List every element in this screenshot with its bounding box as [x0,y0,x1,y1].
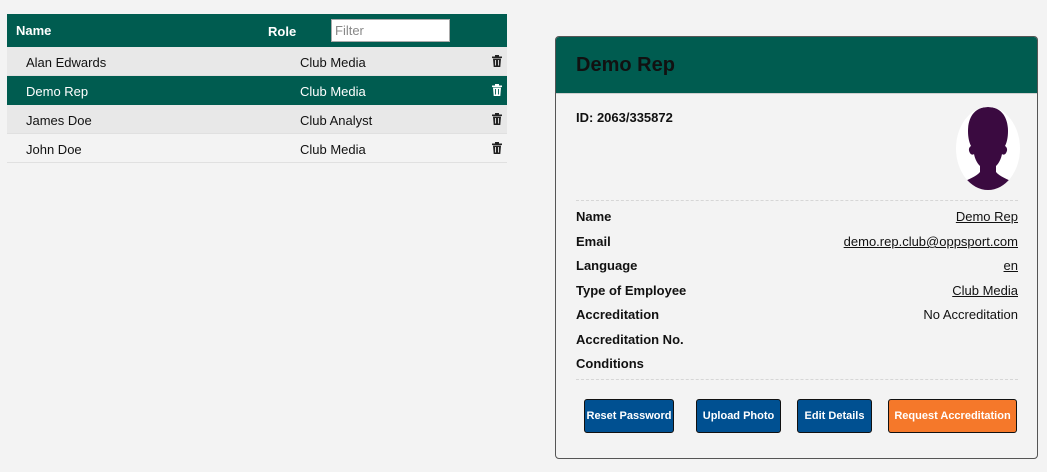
filter-input[interactable] [331,19,450,42]
employee-id: ID: 2063/335872 [576,110,673,125]
divider [576,200,1018,201]
reset-password-button[interactable]: Reset Password [584,399,674,433]
trash-icon[interactable] [492,84,502,96]
detail-type-row: Type of Employee Club Media [576,283,1018,303]
row-role: Club Media [300,55,366,70]
detail-language-row: Language en [576,258,1018,278]
trash-icon[interactable] [492,113,502,125]
card-title: Demo Rep [576,54,675,76]
table-row[interactable]: John Doe Club Media [7,134,507,163]
employee-detail-card: Demo Rep ID: 2063/335872 Name Demo Rep E… [555,36,1038,459]
table-row[interactable]: Alan Edwards Club Media [7,47,507,76]
detail-label: Accreditation [576,307,660,322]
upload-photo-button[interactable]: Upload Photo [696,399,781,433]
detail-conditions-row: Conditions [576,356,1018,376]
accreditation-value: No Accreditation [923,307,1018,322]
column-header-name[interactable]: Name [16,23,51,38]
language-link[interactable]: en [1004,258,1018,273]
table-row-selected[interactable]: Demo Rep Club Media [7,76,507,105]
person-silhouette-icon [960,107,1016,190]
trash-icon[interactable] [492,55,502,67]
row-role: Club Media [300,142,366,157]
name-link[interactable]: Demo Rep [956,209,1018,224]
row-role: Club Media [300,84,366,99]
detail-label: Name [576,209,612,224]
divider [576,379,1018,380]
table-row[interactable]: James Doe Club Analyst [7,105,507,134]
detail-name-row: Name Demo Rep [576,209,1018,229]
detail-label: Accreditation No. [576,332,684,347]
detail-label: Email [576,234,611,249]
row-name: Demo Rep [26,84,89,99]
request-accreditation-button[interactable]: Request Accreditation [888,399,1017,433]
row-name: Alan Edwards [26,55,107,70]
detail-accreditation-no-row: Accreditation No. [576,332,1018,352]
detail-accreditation-row: Accreditation No Accreditation [576,307,1018,327]
detail-email-row: Email demo.rep.club@oppsport.com [576,234,1018,254]
table-header: Name Role [7,14,507,47]
avatar [956,107,1020,190]
detail-label: Language [576,258,638,273]
trash-icon[interactable] [492,142,502,154]
edit-details-button[interactable]: Edit Details [797,399,872,433]
employee-table: Name Role Alan Edwards Club Media Demo R… [7,14,507,163]
employee-type-link[interactable]: Club Media [952,283,1018,298]
row-name: John Doe [26,142,82,157]
email-link[interactable]: demo.rep.club@oppsport.com [844,234,1018,249]
row-name: James Doe [26,113,92,128]
column-header-role[interactable]: Role [268,24,296,39]
detail-label: Conditions [576,356,644,371]
row-role: Club Analyst [300,113,373,128]
detail-label: Type of Employee [576,283,687,298]
